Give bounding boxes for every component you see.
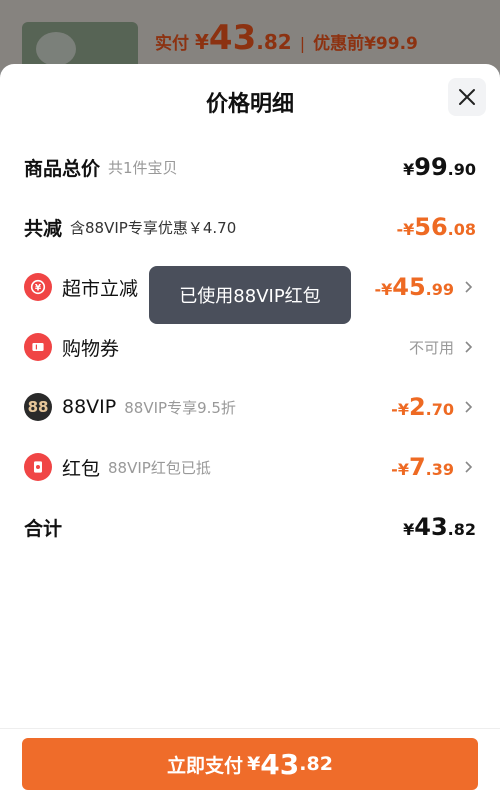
pay-amount-int: 43: [208, 18, 257, 58]
separator: |: [299, 34, 306, 53]
currency: ¥: [403, 520, 415, 539]
red-packet-tooltip: 已使用88VIP红包: [149, 266, 351, 324]
amount-dec: .99: [425, 280, 454, 299]
row-sum: 合计 ¥ 43 .82: [24, 507, 476, 547]
currency: ¥: [403, 160, 415, 179]
yen-coupon-icon: ¥: [24, 273, 52, 301]
currency: -¥: [374, 280, 393, 299]
amount-dec: .08: [447, 220, 476, 239]
currency: -¥: [391, 460, 409, 479]
ticket-icon: [24, 333, 52, 361]
vip-amount: -¥ 2 .70: [391, 393, 454, 421]
currency: -¥: [396, 220, 415, 239]
88vip-icon: 88: [24, 393, 52, 421]
vip-discount-note: 含88VIP专享优惠￥4.70: [70, 218, 237, 237]
currency: -¥: [391, 400, 409, 419]
sheet-title: 价格明细: [205, 92, 294, 117]
pay-button-currency: ¥: [247, 753, 261, 775]
chevron-right-icon: [465, 461, 473, 473]
original-price: 优惠前¥99.9: [313, 34, 418, 54]
chevron-right-icon: [465, 341, 473, 353]
goods-total-label: 商品总价: [24, 157, 101, 180]
pay-currency: ¥: [195, 30, 209, 54]
goods-count: 共1件宝贝: [108, 158, 178, 177]
red-packet-amount: -¥ 7 .39: [391, 453, 454, 481]
chevron-right-icon: [465, 401, 473, 413]
amount-dec: .82: [447, 520, 476, 539]
row-total-reduce: 共减 含88VIP专享优惠￥4.70 -¥ 56 .08: [24, 207, 476, 247]
amount-dec: .70: [425, 400, 454, 419]
pay-label: 实付: [155, 34, 189, 54]
red-envelope-icon: [24, 453, 52, 481]
total-reduce-amount: -¥ 56 .08: [396, 213, 476, 241]
red-packet-note: 88VIP红包已抵: [108, 458, 211, 477]
close-button[interactable]: [448, 78, 486, 116]
amount-dec: .39: [425, 460, 454, 479]
market-reduce-label: 超市立减: [62, 277, 139, 300]
pay-button-dec: .82: [299, 753, 333, 775]
amount-int: 43: [414, 513, 448, 541]
total-reduce-label: 共减: [24, 217, 63, 240]
sum-amount: ¥ 43 .82: [403, 513, 476, 541]
amount-int: 7: [408, 453, 426, 481]
goods-total-amount: ¥ 99 .90: [403, 153, 476, 181]
row-red-packet[interactable]: 红包 88VIP红包已抵 -¥ 7 .39: [24, 447, 476, 487]
market-reduce-amount: -¥ 45 .99: [374, 273, 454, 301]
amount-int: 2: [408, 393, 426, 421]
vip-label: 88VIP: [62, 396, 117, 418]
vip-discount: 88VIP专享9.5折: [124, 398, 236, 417]
pay-button-int: 43: [260, 747, 300, 781]
amount-dec: .90: [447, 160, 476, 179]
coupon-label: 购物券: [62, 337, 120, 360]
pay-summary: 实付 ¥ 43 .82 | 优惠前¥99.9: [155, 18, 418, 58]
pay-button-label: 立即支付: [167, 754, 244, 777]
amount-int: 45: [392, 273, 426, 301]
order-summary-bar: 实付 ¥ 43 .82 | 优惠前¥99.9: [0, 0, 500, 82]
close-icon: [459, 89, 475, 105]
pay-now-button[interactable]: 立即支付 ¥ 43 .82: [22, 738, 478, 790]
sum-label: 合计: [24, 517, 63, 540]
amount-int: 56: [414, 213, 448, 241]
pay-amount-dec: .82: [256, 30, 292, 54]
chevron-right-icon: [465, 281, 473, 293]
amount-int: 99: [414, 153, 448, 181]
coupon-status: 不可用: [408, 338, 454, 357]
row-coupon[interactable]: 购物券 不可用: [24, 327, 476, 367]
row-goods-total: 商品总价 共1件宝贝 ¥ 99 .90: [24, 147, 476, 187]
row-88vip[interactable]: 88 88VIP 88VIP专享9.5折 -¥ 2 .70: [24, 387, 476, 427]
divider: [0, 728, 500, 729]
svg-text:¥: ¥: [35, 284, 42, 294]
red-packet-label: 红包: [62, 457, 101, 480]
